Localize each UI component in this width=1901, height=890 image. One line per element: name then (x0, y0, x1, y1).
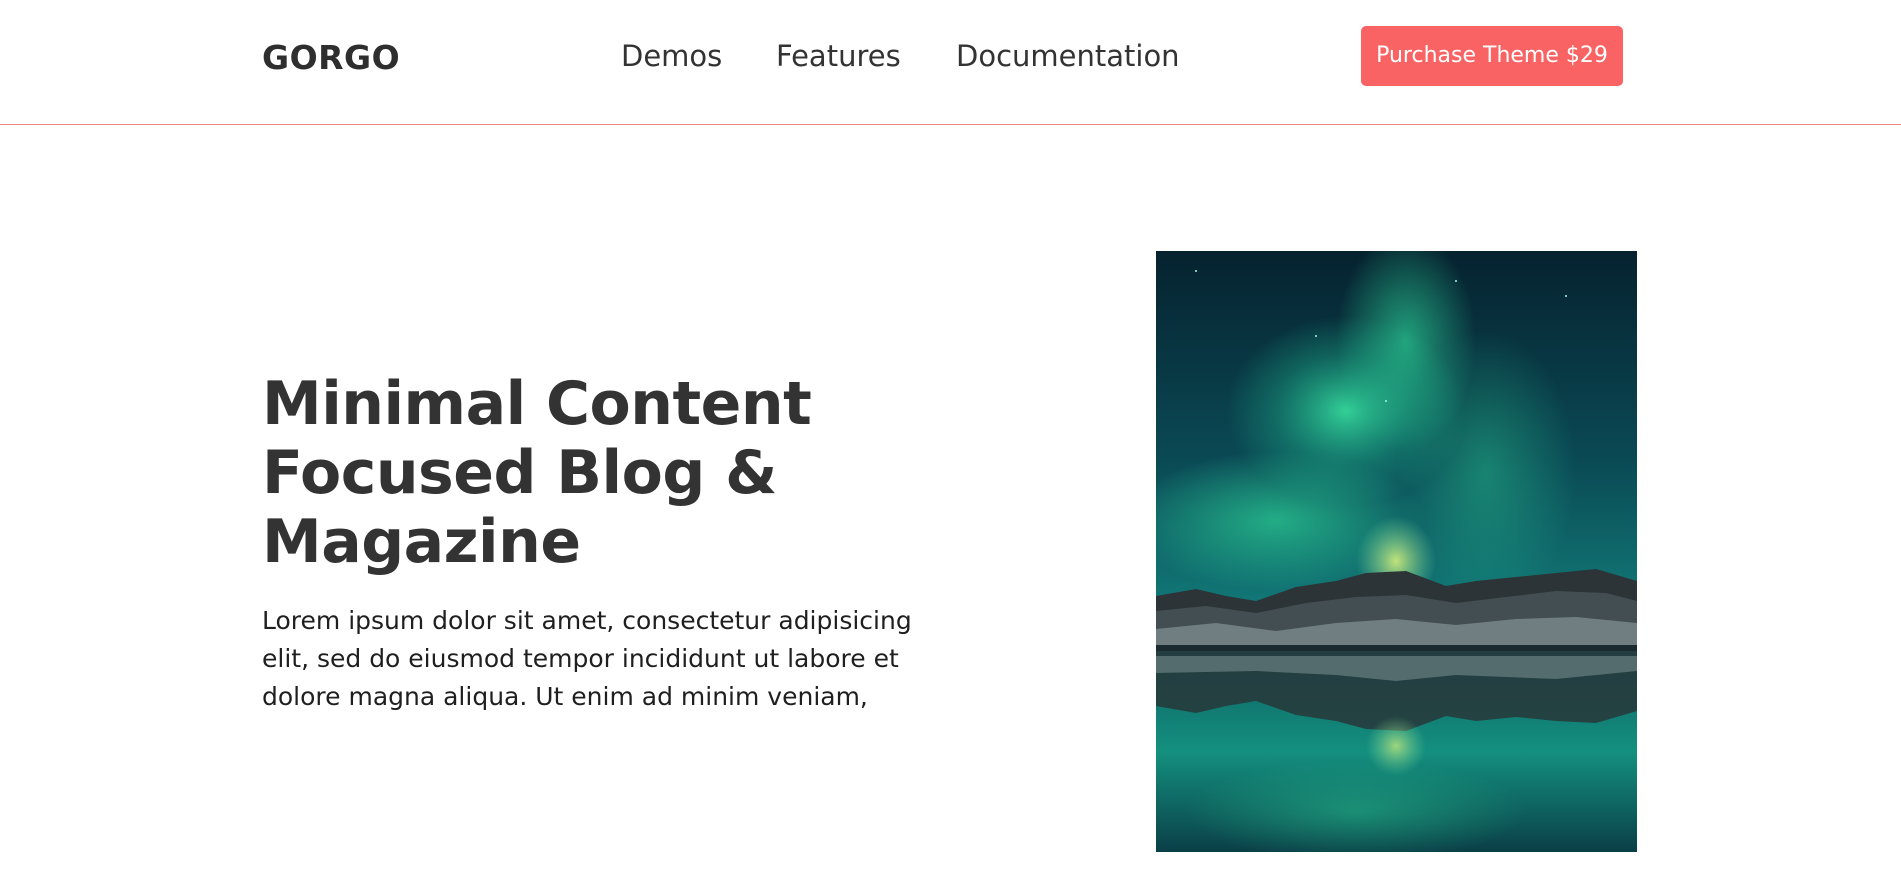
purchase-theme-button[interactable]: Purchase Theme $29 (1361, 26, 1623, 86)
nav-link-features[interactable]: Features (776, 36, 901, 76)
site-header: GORGO Demos Features Documentation Purch… (0, 0, 1901, 125)
hero-description: Lorem ipsum dolor sit amet, consectetur … (262, 606, 912, 711)
nav-link-documentation[interactable]: Documentation (956, 36, 1180, 76)
aurora-mountain-lake-photo (1156, 251, 1637, 852)
site-logo[interactable]: GORGO (262, 34, 400, 82)
hero-title: Minimal Content Focused Blog & Magazine (262, 369, 812, 577)
page: GORGO Demos Features Documentation Purch… (0, 0, 1901, 890)
hero-image (1156, 251, 1637, 852)
nav-link-demos[interactable]: Demos (621, 36, 722, 76)
